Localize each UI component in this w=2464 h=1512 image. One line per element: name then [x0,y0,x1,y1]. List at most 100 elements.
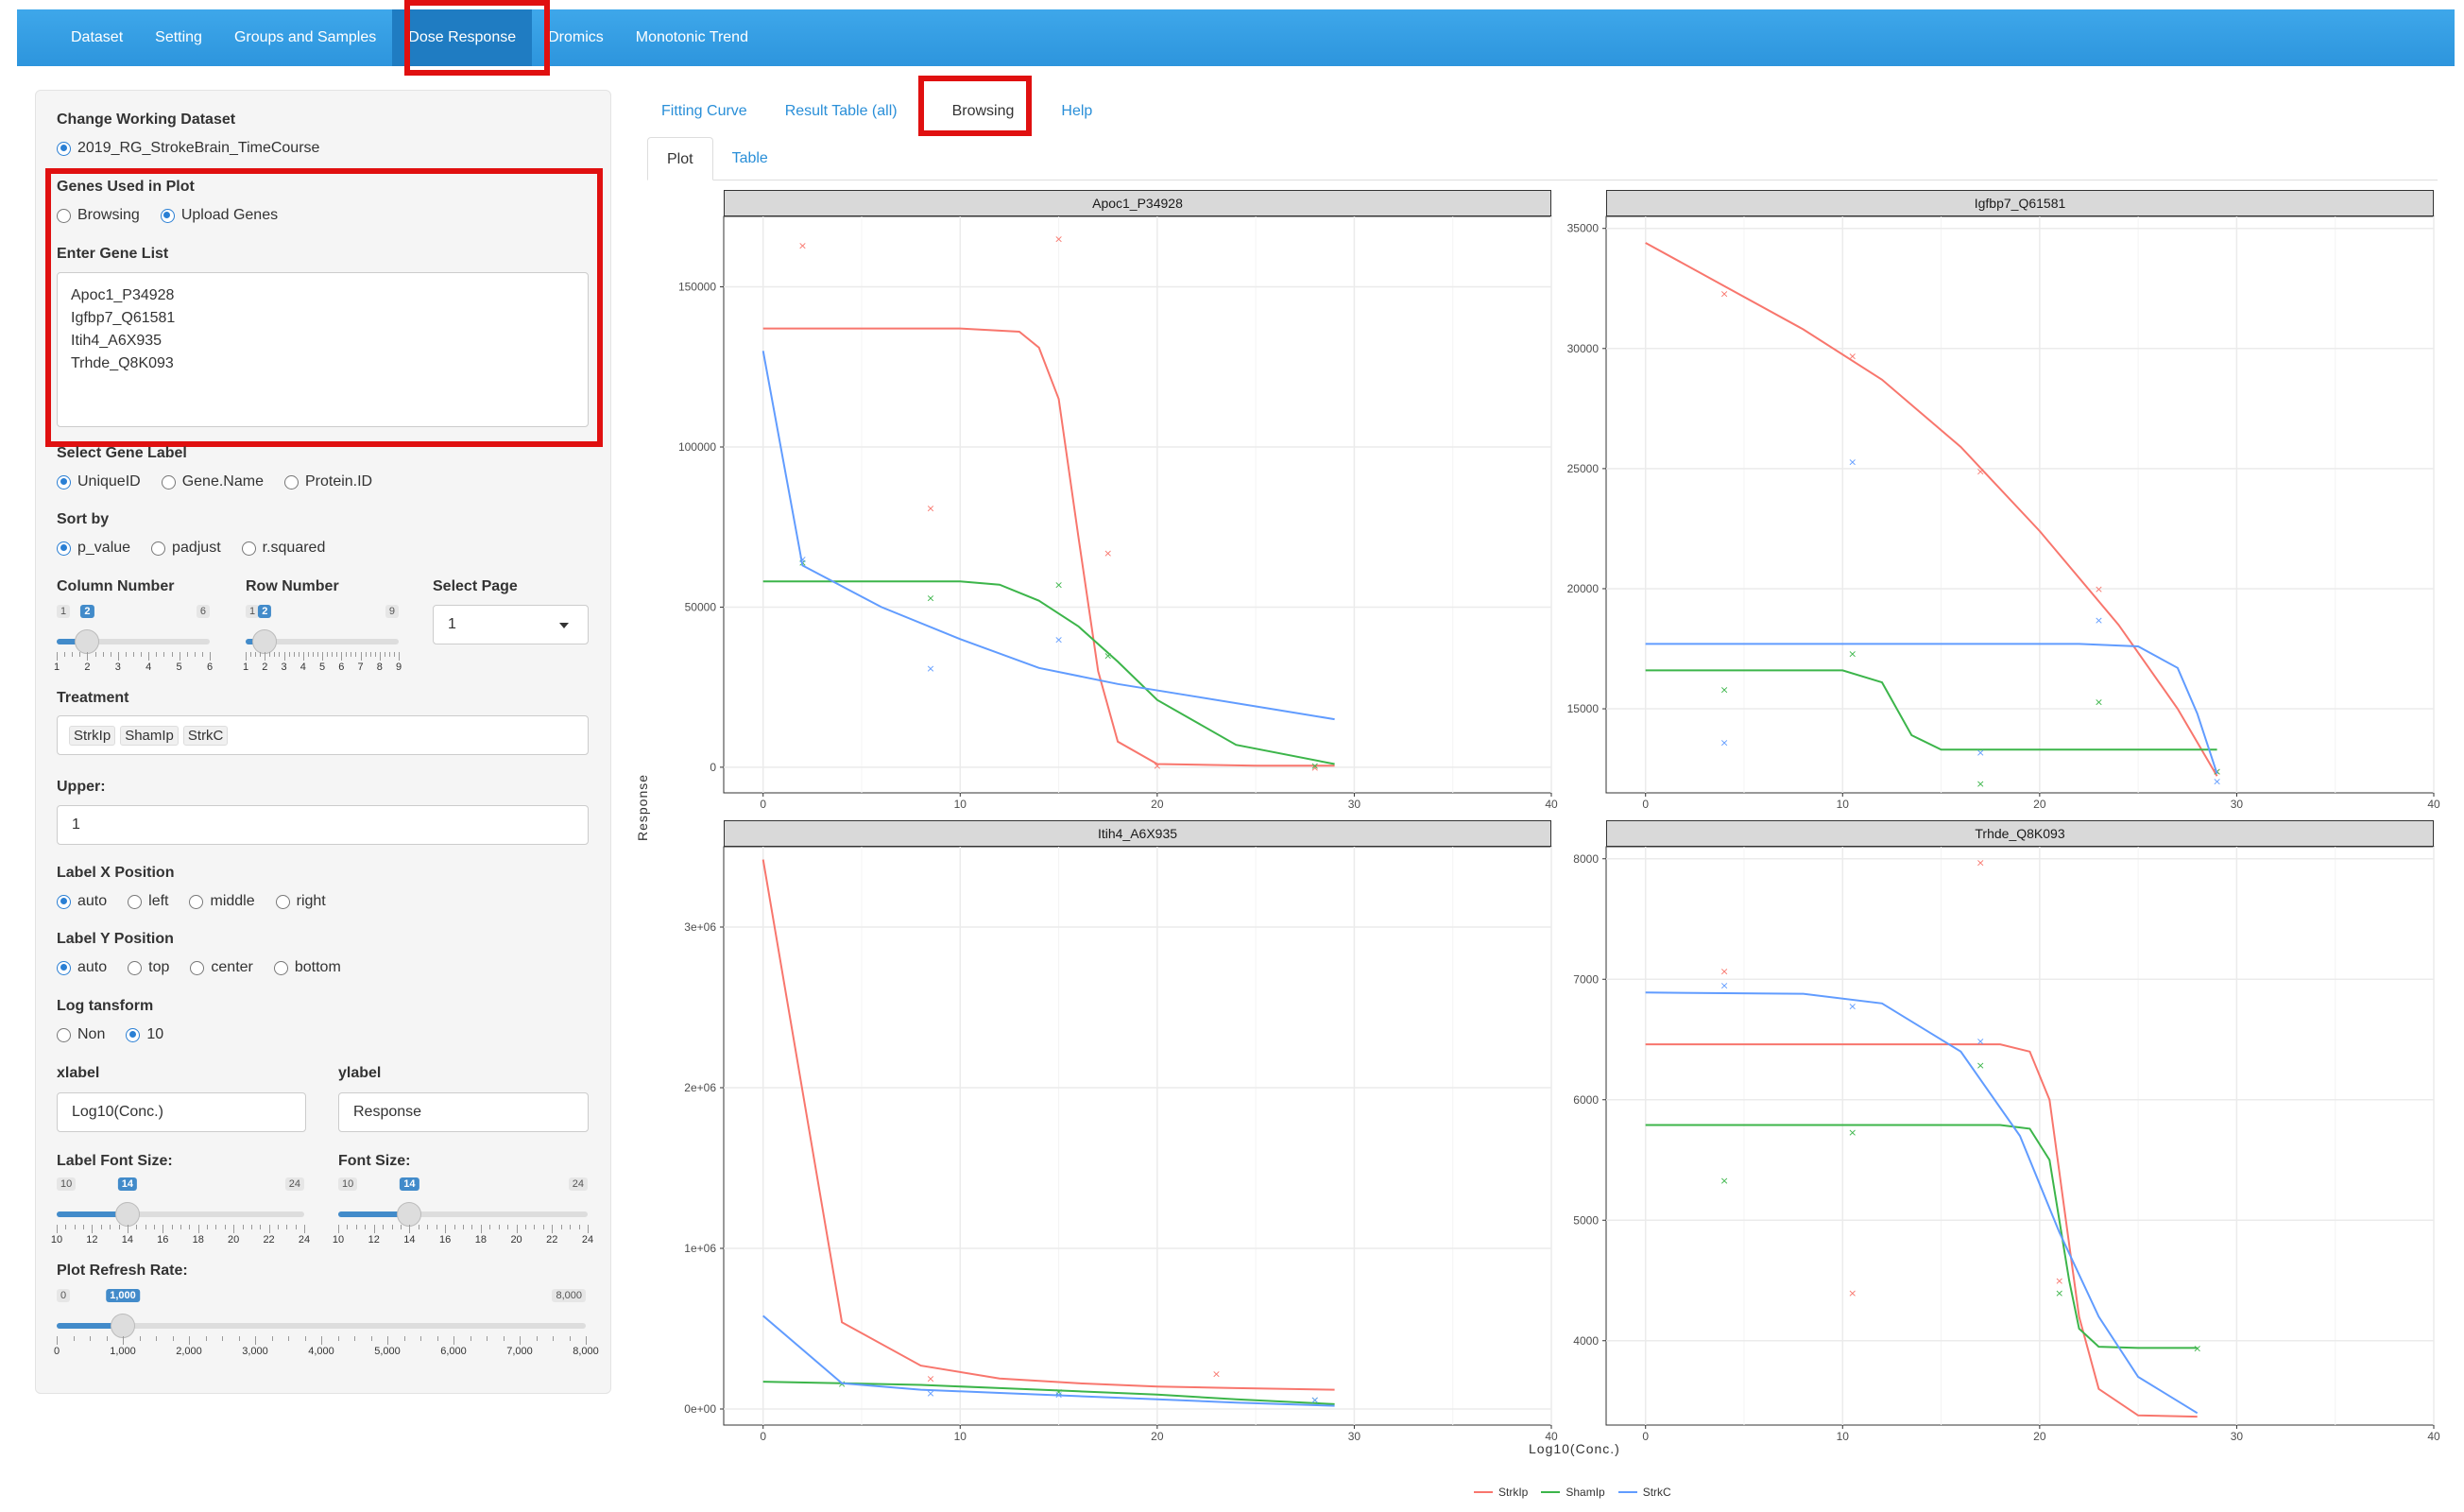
column-number-slider[interactable]: 162123456 [53,605,214,680]
treatment-input[interactable]: StrkIp ShamIp StrkC [57,715,589,755]
nav-monotonic-trend[interactable]: Monotonic Trend [620,9,764,66]
slider-tick-label: 2,000 [176,1346,202,1357]
radio-protein-id[interactable] [283,474,299,490]
slider-tick [295,1225,297,1229]
slider-tick-label: 16 [157,1234,169,1246]
refresh-rate-slider[interactable]: 0 8,000 1,000 0 1,000 2,000 3,000 4,000 5,000 6,0… [53,1289,599,1365]
radio-padjust[interactable] [151,541,166,556]
data-point: × [1054,633,1063,645]
slider-tick [503,1336,505,1341]
tab-result-table[interactable]: Result Table (all) [766,90,916,133]
gene-list-textarea[interactable]: Apoc1_P34928 Igfbp7_Q61581 Itih4_A6X935 … [57,272,589,427]
gene-list-label: Enter Gene List [57,246,169,262]
slider-tick [578,1225,580,1229]
radio-y-bottom[interactable] [273,960,288,975]
x-tick-label: 20 [1151,798,1164,811]
upper-input[interactable]: 1 [57,805,589,845]
slider-value-label: 2 [258,605,272,618]
radio-x-left[interactable] [128,894,143,909]
radio-browsing[interactable] [57,208,71,223]
slider-tick [321,1336,322,1345]
panel-title-itih4-a6x935: Itih4_A6X935 [724,820,1551,847]
slider-tick [100,1225,102,1229]
slider-track [57,1323,586,1329]
slider-tick-label: 1 [53,662,60,673]
data-point: × [1054,233,1063,246]
slider-tick [57,1225,58,1233]
radio-upload-genes[interactable] [160,208,175,223]
label-font-size-slider[interactable]: 10 24 14 10 12 14 16 18 20 22 24 [51,1177,310,1253]
slider-handle[interactable] [252,629,278,654]
select-page-dropdown[interactable]: 1 [433,605,589,644]
slider-tick [123,1336,124,1345]
row-number-label: Row Number [246,578,339,594]
slider-tick-label: 0 [53,1346,60,1357]
radio-y-top[interactable] [128,960,143,975]
y-axis-label: Response [635,773,650,841]
nav-dromics[interactable]: Dromics [532,9,620,66]
slider-tick [427,1225,429,1229]
radio-y-auto[interactable] [57,960,71,975]
legend-item: ShamIp [1541,1486,1605,1499]
treatment-tag[interactable]: ShamIp [120,725,179,746]
x-tick-label: 20 [2033,1430,2046,1443]
nav-dose-response[interactable]: Dose Response [392,9,533,66]
treatment-tag[interactable]: StrkC [182,725,229,746]
tab-help[interactable]: Help [1042,90,1111,133]
legend-item: StrkIp [1474,1486,1528,1499]
slider-max-label: 9 [385,605,399,618]
slider-tick [106,1336,108,1341]
radio-log-non[interactable] [57,1027,71,1042]
tab-table[interactable]: Table [713,137,787,180]
slider-tick [312,652,314,657]
treatment-tag[interactable]: StrkIp [69,725,116,746]
radio-x-right[interactable] [275,894,290,909]
radio-x-auto[interactable] [57,894,71,909]
radio-uniqueid[interactable] [57,474,71,490]
data-point: × [1310,1394,1319,1406]
slider-tick [271,1336,273,1341]
upper-label: Upper: [57,779,106,795]
row-number-slider[interactable]: 192123456789 [243,605,402,680]
slider-tick [90,1336,91,1341]
data-point: × [1153,760,1161,772]
refresh-rate-label: Plot Refresh Rate: [57,1263,188,1279]
panel-plot: 0e+001e+062e+063e+060 10 20 30 40× ××××× × × [684,846,1558,1443]
nav-setting[interactable]: Setting [139,9,218,66]
slider-tick [286,1225,288,1229]
panel-title-apoc1-p34928: Apoc1_P34928 [724,190,1551,216]
tab-fitting-curve[interactable]: Fitting Curve [642,90,766,133]
font-size-slider[interactable]: 10 24 14 10 12 14 16 18 20 22 24 [333,1177,593,1253]
radio-dataset[interactable] [57,141,71,156]
slider-handle[interactable] [111,1314,135,1338]
slider-tick [246,652,247,661]
radio-y-center[interactable] [190,960,205,975]
radio-log-10[interactable] [126,1027,141,1042]
slider-tick [110,1225,111,1229]
slider-tick [337,1336,339,1341]
radio-r-squared[interactable] [241,541,256,556]
radio-gene-name[interactable] [161,474,176,490]
slider-tick [445,1225,447,1233]
slider-tick [489,1225,491,1229]
slider-handle[interactable] [75,629,100,654]
nav-groups-samples[interactable]: Groups and Samples [218,9,392,66]
radio-x-middle[interactable] [189,894,204,909]
data-point: × [2095,583,2103,595]
y-tick-label: 6000 [1573,1093,1599,1107]
slider-tick-label: 6 [206,662,214,673]
data-point: × [1720,980,1729,992]
nav-dataset[interactable]: Dataset [55,9,139,66]
radio-p-value[interactable] [57,541,71,556]
slider-handle[interactable] [114,1202,140,1227]
ylabel-input[interactable]: Response [338,1092,589,1132]
slider-tick [355,652,357,657]
slider-tick [487,1336,488,1341]
tab-plot[interactable]: Plot [647,137,713,180]
tab-browsing[interactable]: Browsing [933,90,1034,133]
slider-handle[interactable] [397,1202,422,1227]
slider-tick [388,652,390,657]
xlabel-input[interactable]: Log10(Conc.) [57,1092,306,1132]
dataset-option[interactable]: 2019_RG_StrokeBrain_TimeCourse [57,140,319,157]
slider-tick [379,652,381,661]
